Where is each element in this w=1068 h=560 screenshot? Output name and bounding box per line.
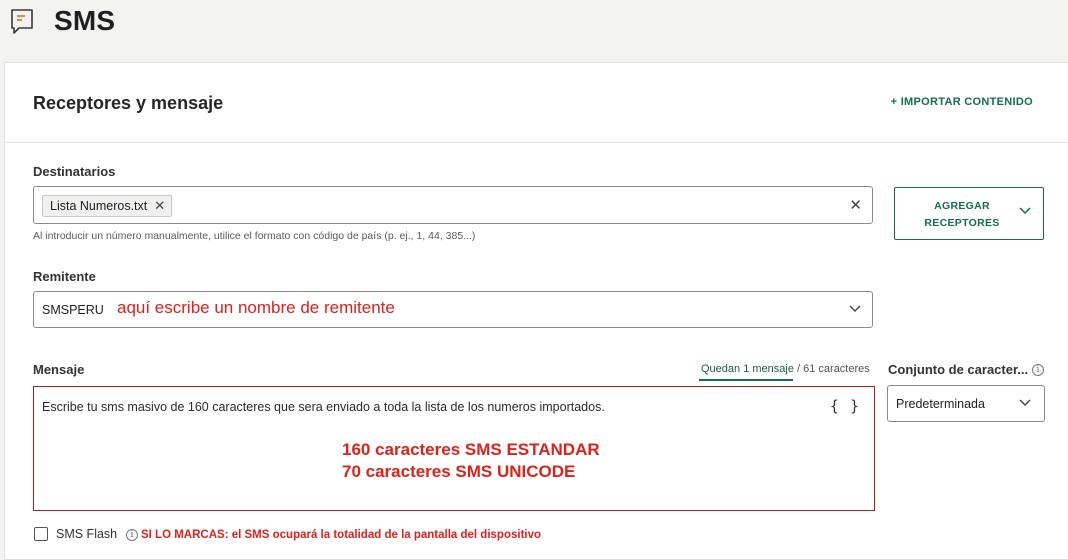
sender-value: SMSPERU [42,303,104,317]
recipients-message-card: Receptores y mensaje + IMPORTAR CONTENID… [4,62,1068,560]
chevron-down-icon [1019,399,1031,406]
sms-flash-label: SMS Flash [56,527,118,541]
info-icon[interactable]: i [126,529,138,541]
characters-left: / 61 caracteres [793,363,870,375]
charset-select[interactable]: Predeterminada [887,385,1045,422]
length-annotation: 160 caracteres SMS ESTANDAR 70 caractere… [342,439,600,483]
sender-annotation: aquí escribe un nombre de remitente [117,298,395,317]
charset-label: Conjunto de caracter... [888,362,1029,377]
recipients-label: Destinatarios [33,164,116,179]
message-textarea[interactable]: Escribe tu sms masivo de 160 caracteres … [33,386,875,511]
recipients-input[interactable]: Lista Numeros.txt ✕ ✕ [33,186,873,224]
messages-left: Quedan 1 mensaje [701,363,794,375]
character-counter: Quedan 1 mensaje / 61 caracteres [701,363,870,375]
import-content-link[interactable]: + IMPORTAR CONTENIDO [891,96,1033,108]
add-recipients-button[interactable]: AGREGAR RECEPTORES [894,187,1044,240]
chevron-down-icon [1019,207,1031,215]
recipient-chip: Lista Numeros.txt ✕ [42,195,173,217]
unicode-annotation: 70 caracteres SMS UNICODE [342,462,576,481]
message-label: Mensaje [33,362,85,377]
sms-flash-checkbox[interactable] [34,527,48,541]
variables-icon[interactable]: { } [830,397,860,415]
counter-underline [699,379,793,381]
info-icon[interactable]: i [1032,364,1044,376]
charset-value: Predeterminada [896,397,985,411]
card-header: Receptores y mensaje + IMPORTAR CONTENID… [5,63,1068,143]
top-bar: SMS [0,0,1068,62]
standard-annotation: 160 caracteres SMS ESTANDAR [342,440,600,459]
section-title: Receptores y mensaje [33,93,224,113]
add-recipients-label: AGREGAR RECEPTORES [924,200,1000,229]
sender-select[interactable]: SMSPERU aquí escribe un nombre de remite… [33,291,873,328]
sender-label: Remitente [33,269,96,284]
message-square-icon [11,9,33,34]
clear-icon[interactable]: ✕ [849,196,862,214]
sms-flash-annotation: SI LO MARCAS: el SMS ocupará la totalida… [141,529,542,541]
recipients-hint: Al introducir un número manualmente, uti… [33,230,476,242]
message-text: Escribe tu sms masivo de 160 caracteres … [42,400,605,414]
recipient-chip-label: Lista Numeros.txt [50,199,148,213]
close-icon[interactable]: ✕ [154,198,165,214]
page-title: SMS [54,5,116,36]
chevron-down-icon [849,305,861,312]
